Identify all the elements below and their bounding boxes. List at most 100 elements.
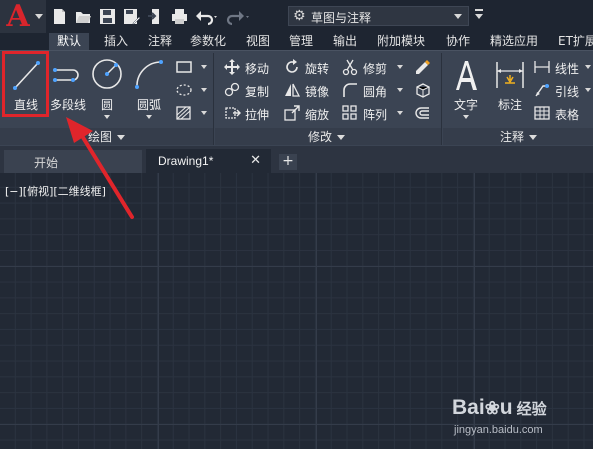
rotate-button[interactable]: 旋转 <box>283 57 333 77</box>
rectangle-button[interactable] <box>175 57 209 77</box>
workspace-switcher[interactable]: ⚙ 草图与注释 <box>288 6 469 26</box>
tab-addins[interactable]: 附加模块 <box>377 33 425 50</box>
arc-icon <box>135 60 163 89</box>
eraser-icon <box>416 60 430 74</box>
text-button[interactable]: 文字 <box>446 55 486 119</box>
title-bar: A ⚙ 草图与注释 <box>0 0 593 33</box>
stretch-icon <box>225 107 241 119</box>
dimension-button[interactable]: 标注 <box>490 55 530 117</box>
modify-group-label[interactable]: 修改 <box>308 129 346 145</box>
linear-dimension-icon <box>534 61 550 73</box>
fillet-button[interactable]: 圆角 <box>341 80 411 100</box>
rotate-icon <box>286 59 298 73</box>
dimension-label: 标注 <box>497 98 522 112</box>
stretch-button[interactable]: 拉伸 <box>223 103 273 123</box>
tab-start[interactable]: 开始 <box>4 150 142 173</box>
ribbon-tabs: 默认 插入 注释 参数化 视图 管理 输出 附加模块 协作 精选应用 ET扩展 <box>0 33 593 50</box>
line-button-highlight <box>2 51 49 117</box>
chevron-down-icon <box>463 115 469 119</box>
trim-icon <box>342 59 358 76</box>
baidu-jingyan-watermark: Bai❀u 经验 jingyan.baidu.com <box>452 396 547 436</box>
annotate-group-label[interactable]: 注释 <box>500 129 538 145</box>
text-label: 文字 <box>446 96 486 119</box>
save-icon[interactable] <box>98 7 117 26</box>
erase-button[interactable] <box>413 57 435 77</box>
linear-dimension-button[interactable]: 线性 <box>533 57 591 77</box>
tab-parametric[interactable]: 参数化 <box>190 33 226 50</box>
scale-icon <box>284 105 300 121</box>
circle-icon <box>92 59 122 89</box>
autocad-logo-icon: A <box>6 0 30 34</box>
table-icon <box>534 106 550 120</box>
plot-icon[interactable] <box>170 7 189 26</box>
tab-drawing1[interactable]: Drawing1* ✕ <box>146 149 271 173</box>
save-as-icon[interactable] <box>122 7 141 26</box>
arc-label: 圆弧 <box>130 96 168 119</box>
chevron-down-icon <box>529 135 538 140</box>
move-button[interactable]: 移动 <box>223 57 273 77</box>
new-tab-button[interactable]: + <box>279 154 297 170</box>
array-button[interactable]: 阵列 <box>341 103 411 123</box>
fillet-icon <box>343 83 357 97</box>
table-button[interactable]: 表格 <box>533 103 591 123</box>
mirror-icon <box>285 83 301 97</box>
move-icon <box>224 59 240 75</box>
tab-featured-apps[interactable]: 精选应用 <box>490 33 538 50</box>
hatch-button[interactable] <box>175 80 209 100</box>
tab-collaborate[interactable]: 协作 <box>446 33 470 50</box>
chevron-down-icon <box>35 14 43 19</box>
leader-button[interactable]: 引线 <box>533 80 591 100</box>
polyline-label: 多段线 <box>49 98 86 112</box>
explode-icon <box>416 83 430 98</box>
close-icon[interactable]: ✕ <box>250 153 261 168</box>
export-icon[interactable] <box>146 7 165 26</box>
circle-button[interactable]: 圆 <box>88 55 126 119</box>
tab-output[interactable]: 输出 <box>333 33 357 50</box>
gradient-icon <box>176 106 191 120</box>
leader-icon <box>535 84 549 97</box>
array-icon <box>342 105 357 120</box>
tab-home[interactable]: 默认 <box>49 33 90 50</box>
arc-button[interactable]: 圆弧 <box>130 55 168 119</box>
explode-button[interactable] <box>413 80 435 100</box>
workspace-name: 草图与注释 <box>311 11 372 25</box>
tab-manage[interactable]: 管理 <box>289 33 313 50</box>
copy-icon <box>224 82 240 97</box>
paw-icon: ❀ <box>484 398 500 418</box>
tab-annotate[interactable]: 注释 <box>148 33 172 50</box>
tab-insert[interactable]: 插入 <box>104 33 128 50</box>
redo-icon[interactable] <box>225 7 251 26</box>
offset-icon <box>415 107 429 119</box>
application-menu-button[interactable]: A <box>0 0 46 33</box>
chevron-down-icon <box>337 135 346 140</box>
chevron-down-icon <box>454 14 462 19</box>
text-icon <box>456 61 477 90</box>
new-icon[interactable] <box>50 7 69 26</box>
chevron-down-icon <box>146 115 152 119</box>
draw-group-label[interactable]: 绘图 <box>88 129 126 145</box>
open-icon[interactable] <box>74 7 93 26</box>
gear-icon: ⚙ <box>293 8 306 24</box>
hatch-icon <box>176 84 192 96</box>
copy-button[interactable]: 复制 <box>223 80 273 100</box>
chevron-down-icon <box>104 115 110 119</box>
quick-access-toolbar <box>50 0 256 33</box>
scale-button[interactable]: 缩放 <box>283 103 333 123</box>
customize-toolbar-button[interactable] <box>474 9 484 23</box>
chevron-down-icon <box>117 135 126 140</box>
tab-express-tools[interactable]: ET扩展 <box>558 33 593 50</box>
polyline-icon <box>53 68 79 82</box>
dimension-icon <box>496 62 524 88</box>
trim-button[interactable]: 修剪 <box>341 57 411 77</box>
gradient-button[interactable] <box>175 103 209 123</box>
rectangle-icon <box>176 61 192 73</box>
file-tabs-bar: 开始 Drawing1* ✕ + <box>0 146 593 173</box>
tab-view[interactable]: 视图 <box>246 33 270 50</box>
circle-label: 圆 <box>88 96 126 119</box>
polyline-button[interactable]: 多段线 <box>46 55 90 117</box>
viewport-controls[interactable]: [−][俯视][二维线框] <box>5 183 106 199</box>
ribbon-panel: 直线 多段线 圆 圆弧 绘图 移动 旋转 修剪 复制 镜像 圆角 拉伸 缩放 阵… <box>0 50 593 146</box>
mirror-button[interactable]: 镜像 <box>283 80 333 100</box>
offset-button[interactable] <box>413 103 435 123</box>
undo-icon[interactable] <box>194 7 220 26</box>
